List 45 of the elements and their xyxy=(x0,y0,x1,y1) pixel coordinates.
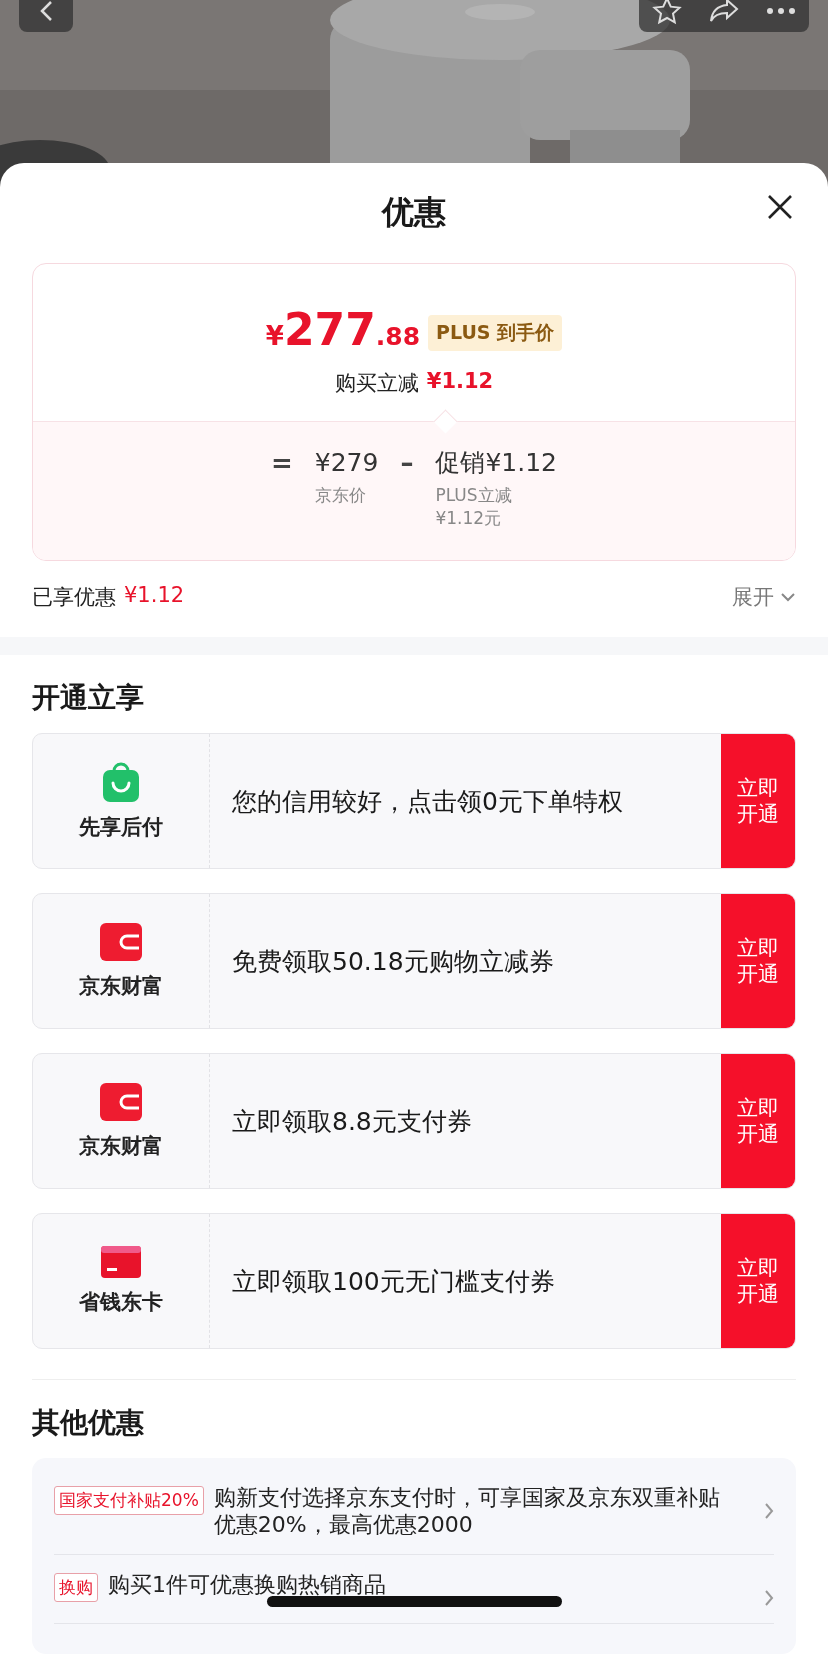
promo-tag: 国家支付补贴20% xyxy=(54,1486,204,1515)
chevron-right-icon[interactable] xyxy=(764,1502,774,1520)
back-icon xyxy=(39,0,53,22)
offer-text: 您的信用较好，点击领0元下单特权 xyxy=(231,785,624,818)
section-title: 开通立享 xyxy=(31,680,145,716)
activate-button[interactable]: 立即开通 xyxy=(721,1054,795,1188)
activate-button[interactable]: 立即开通 xyxy=(721,894,795,1028)
wallet-icon xyxy=(99,1082,143,1122)
sheet-title: 优惠 xyxy=(382,192,446,233)
reduction-value: ¥1.12 xyxy=(426,369,494,395)
promo-tag: 换购 xyxy=(54,1573,98,1602)
offer-name: 省钱东卡 xyxy=(79,1289,163,1316)
reduction-label: 购买立减 xyxy=(334,370,419,397)
star-icon[interactable] xyxy=(652,0,683,26)
share-icon[interactable] xyxy=(709,0,739,24)
offer-name: 京东财富 xyxy=(79,1133,163,1160)
promo-text: 购新支付选择京东支付时，可享国家及京东双重补贴优惠20%，最高优惠2000 xyxy=(213,1484,721,1538)
card-icon xyxy=(101,1246,141,1278)
activate-button[interactable]: 立即开通 xyxy=(721,1214,795,1348)
formula-value: ¥279 xyxy=(314,447,379,479)
more-icon[interactable] xyxy=(765,7,796,15)
shopping-bag-icon xyxy=(101,761,141,803)
savings-value: ¥1.12 xyxy=(124,583,185,609)
offer-text: 立即领取8.8元支付券 xyxy=(231,1105,473,1138)
formula-operator: = xyxy=(271,447,293,480)
offer-name: 京东财富 xyxy=(79,973,163,1000)
formula-operator: – xyxy=(400,447,414,480)
plus-price-badge: PLUS 到手价 xyxy=(428,315,563,351)
formula-label: PLUS立减 ¥1.12元 xyxy=(435,484,513,530)
offer-name: 先享后付 xyxy=(79,814,163,841)
section-title: 其他优惠 xyxy=(31,1405,145,1441)
back-button[interactable] xyxy=(19,0,73,32)
activate-button[interactable]: 立即开通 xyxy=(721,734,795,868)
wallet-icon xyxy=(99,922,143,962)
chevron-down-icon xyxy=(780,592,796,602)
final-price: ¥277.88 xyxy=(265,304,421,355)
chevron-right-icon[interactable] xyxy=(764,1589,774,1607)
expand-link[interactable]: 展开 xyxy=(732,583,796,611)
offer-text: 免费领取50.18元购物立减券 xyxy=(231,945,555,978)
savings-label: 已享优惠 xyxy=(32,584,116,611)
formula-label: 京东价 xyxy=(314,484,367,507)
promo-text: 购买1件可优惠换购热销商品 xyxy=(108,1571,387,1598)
offer-text: 立即领取100元无门槛支付券 xyxy=(231,1265,556,1298)
close-icon[interactable] xyxy=(766,193,794,221)
formula-value: 促销¥1.12 xyxy=(435,447,557,479)
